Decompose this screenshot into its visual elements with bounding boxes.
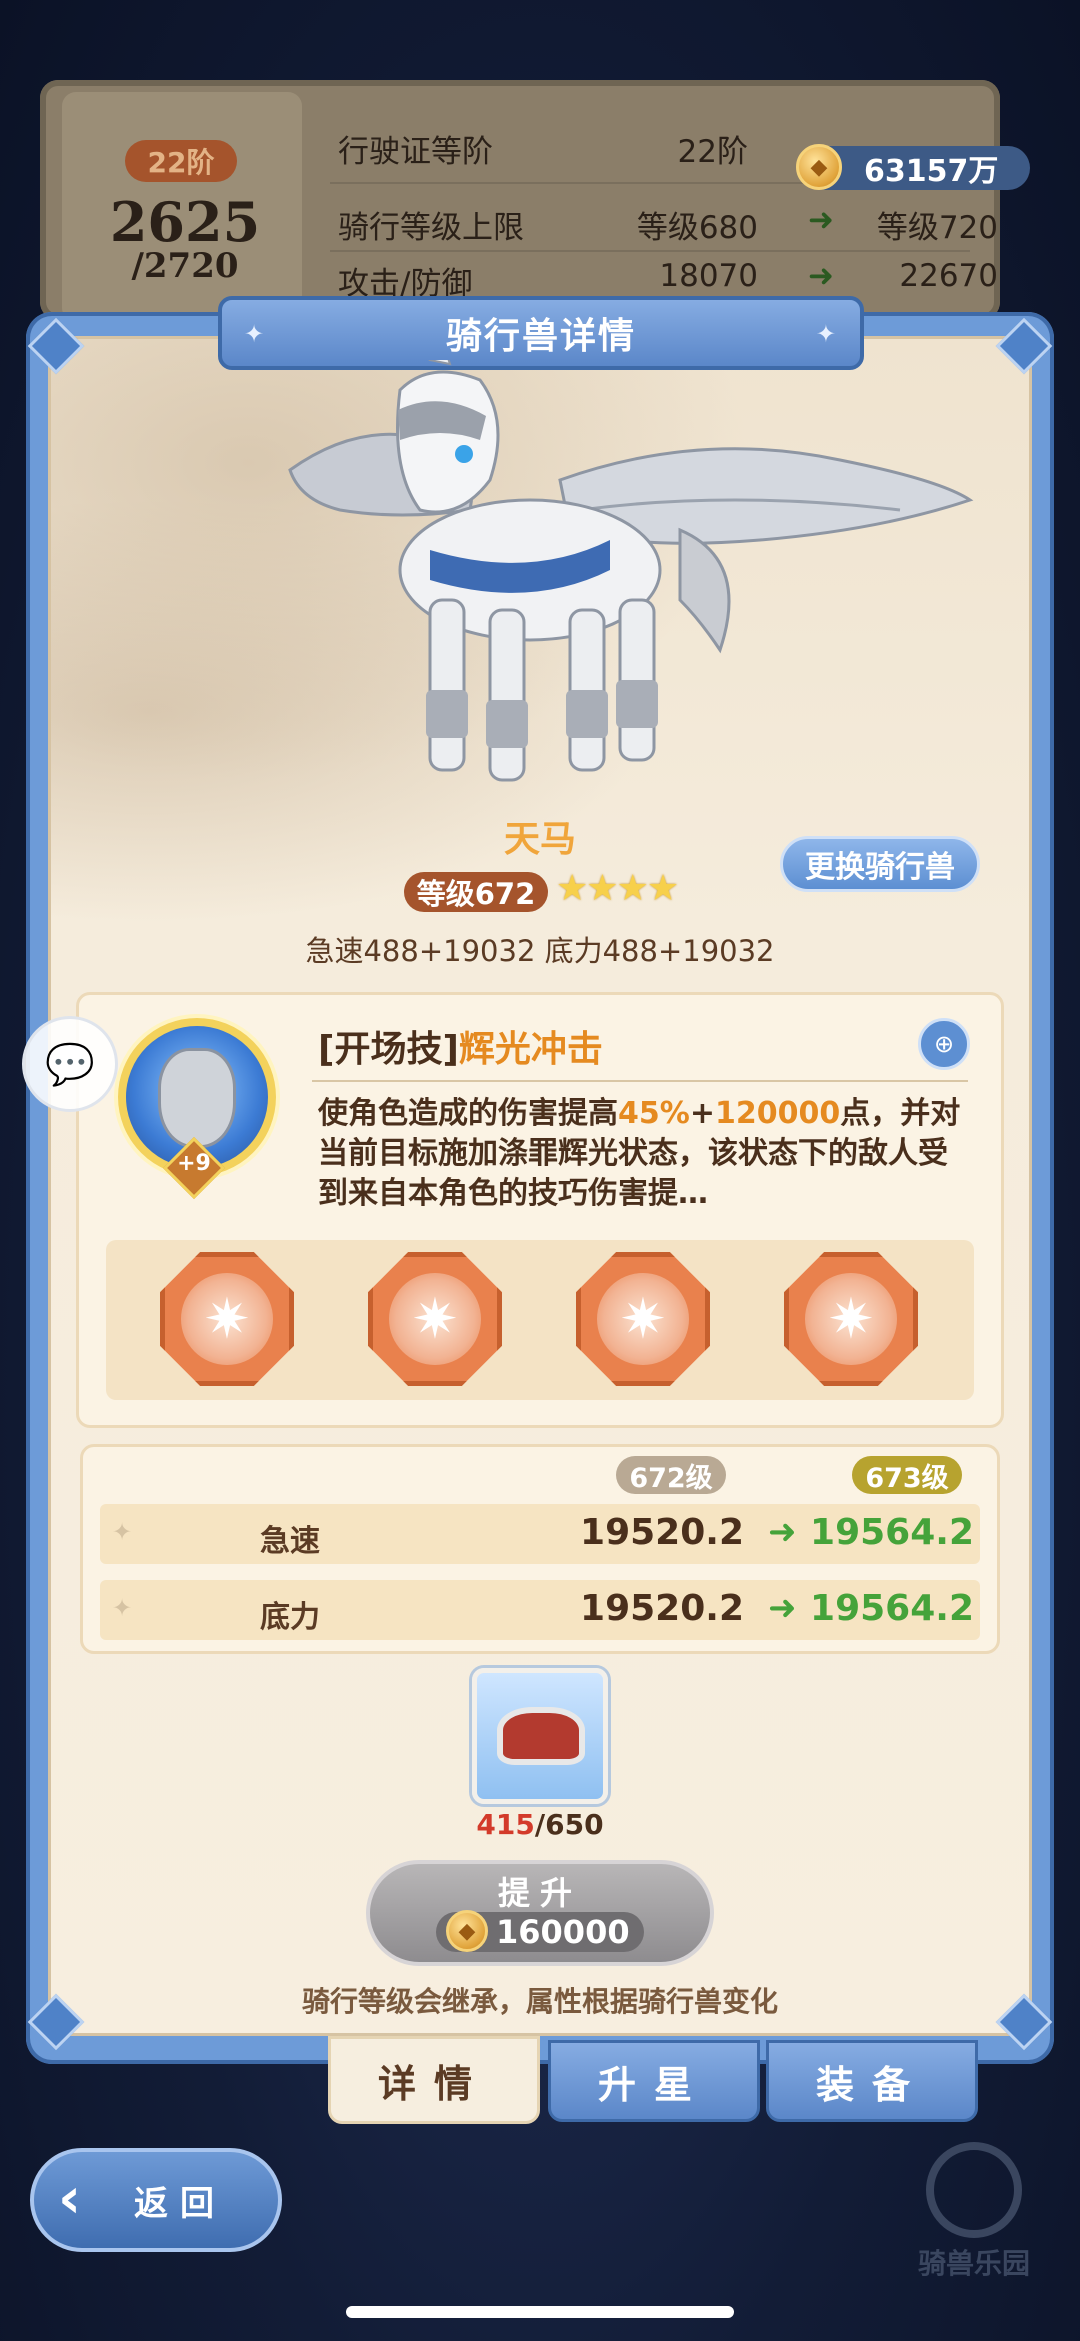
rune-icon: ✷ (181, 1273, 273, 1365)
skill-name: 辉光冲击 (458, 1029, 603, 1070)
stat-current: 等级680 (636, 210, 758, 246)
stat-label: 骑行等级上限 (338, 210, 524, 246)
change-mount-button[interactable]: 更换骑行兽 (780, 836, 980, 892)
game-logo-watermark: 骑兽乐园 (904, 2142, 1044, 2282)
skill-desc-plus: + (689, 1096, 715, 1131)
item-count: 415/650 (440, 1808, 640, 1841)
pegasus-mount-image (288, 360, 974, 782)
rune-icon: ✷ (805, 1273, 897, 1365)
stat-row-ride-cap: 骑行等级上限 等级680 ➜ 等级720 (338, 202, 998, 248)
panel-title: 骑行兽详情 (445, 316, 636, 357)
tab-equipment[interactable]: 装备 (766, 2040, 978, 2122)
mount-speed-stats: 急速488+19032 底力488+19032 (305, 934, 775, 968)
star-icon: ★ (646, 868, 679, 909)
mount-level-badge: 等级672 (404, 872, 548, 912)
stat-next: 22670 (899, 258, 998, 294)
tail (678, 527, 731, 654)
stat-next: 等级720 (876, 210, 998, 246)
saddle-icon (497, 1707, 585, 1765)
upgrade-cost: 160000 (496, 1913, 630, 1951)
compare-label: 急速 (260, 1524, 320, 1559)
sparkle-icon: ✦ (815, 320, 838, 348)
tier-score-max: /2720 (131, 246, 239, 286)
tier-score: 2625 (109, 190, 261, 254)
skill-desc-pct: 45% (618, 1096, 690, 1131)
arrow-right-icon: ➜ (768, 1588, 797, 1628)
skill-title: [开场技]辉光冲击 (318, 1020, 603, 1072)
arrow-right-icon: ➜ (768, 1512, 797, 1552)
rune-icon: ✷ (389, 1273, 481, 1365)
zoom-in-icon[interactable]: ⊕ (918, 1018, 970, 1070)
rune-icon: ✷ (597, 1273, 689, 1365)
compare-label: 底力 (260, 1600, 320, 1635)
compare-next: 19564.2 (810, 1512, 974, 1553)
compare-next: 19564.2 (810, 1588, 974, 1629)
skill-type: [开场技] (318, 1029, 459, 1070)
divider (312, 1080, 968, 1082)
sparkle-icon: ✦ (112, 1594, 133, 1622)
current-level-tag: 672级 (616, 1456, 726, 1494)
sparkle-icon: ✦ (244, 320, 267, 348)
compare-current: 19520.2 (580, 1512, 744, 1553)
inheritance-hint: 骑行等级会继承，属性根据骑行兽变化 (301, 1985, 778, 2018)
sparkle-icon: ✦ (112, 1518, 133, 1546)
panel-title-banner: ✦ 骑行兽详情 ✦ (218, 296, 864, 370)
tab-star-up[interactable]: 升星 (548, 2040, 760, 2122)
next-level-tag: 673级 (852, 1456, 962, 1494)
chat-bubble-icon[interactable]: 💬 (22, 1016, 118, 1112)
arrow-right-icon: ➜ (808, 202, 834, 238)
compare-current: 19520.2 (580, 1588, 744, 1629)
skill-desc-points: 120000 (714, 1096, 841, 1131)
chevron-left-icon: ‹ (58, 2166, 82, 2231)
stat-current: 22阶 (677, 134, 748, 170)
compare-row-speed: ✦ 急速 19520.2 ➜ 19564.2 (100, 1504, 980, 1564)
upgrade-label: 提升 (497, 1874, 582, 1912)
eye (455, 445, 473, 463)
divider (330, 250, 970, 252)
coin-icon: ◆ (796, 144, 842, 190)
watermark-text: 骑兽乐园 (917, 2247, 1030, 2280)
head (396, 370, 500, 514)
star-icon: ★ (556, 868, 588, 909)
compare-row-power: ✦ 底力 19520.2 ➜ 19564.2 (100, 1580, 980, 1640)
currency-amount: 63157万 (864, 154, 999, 189)
home-indicator[interactable] (346, 2306, 734, 2318)
tier-badge: 22阶 (125, 140, 237, 182)
coin-icon: ◆ (446, 1910, 488, 1952)
star-icon: ★ (616, 868, 649, 909)
skill-avatar-face (158, 1048, 236, 1148)
star-icon: ★ (586, 868, 618, 909)
star-rating: ★★★★ (556, 868, 679, 909)
stat-current: 18070 (659, 258, 758, 294)
item-have: 415 (476, 1808, 535, 1841)
ferris-wheel-icon (926, 2142, 1022, 2238)
mount-name: 天马 (503, 819, 576, 860)
stat-label: 行驶证等阶 (338, 134, 493, 170)
item-need: /650 (534, 1808, 604, 1841)
back-label: 返回 (134, 2183, 226, 2224)
skill-desc-text: 使角色造成的伤害提高 (318, 1096, 618, 1131)
skill-description: 使角色造成的伤害提高45%+120000点，并对当前目标施加涤罪辉光状态，该状态… (318, 1094, 974, 1214)
saddle-item-slot[interactable] (472, 1668, 608, 1804)
arrow-right-icon: ➜ (808, 258, 834, 294)
skill-plus-text: +9 (177, 1151, 211, 1176)
tab-details[interactable]: 详情 (328, 2036, 540, 2124)
